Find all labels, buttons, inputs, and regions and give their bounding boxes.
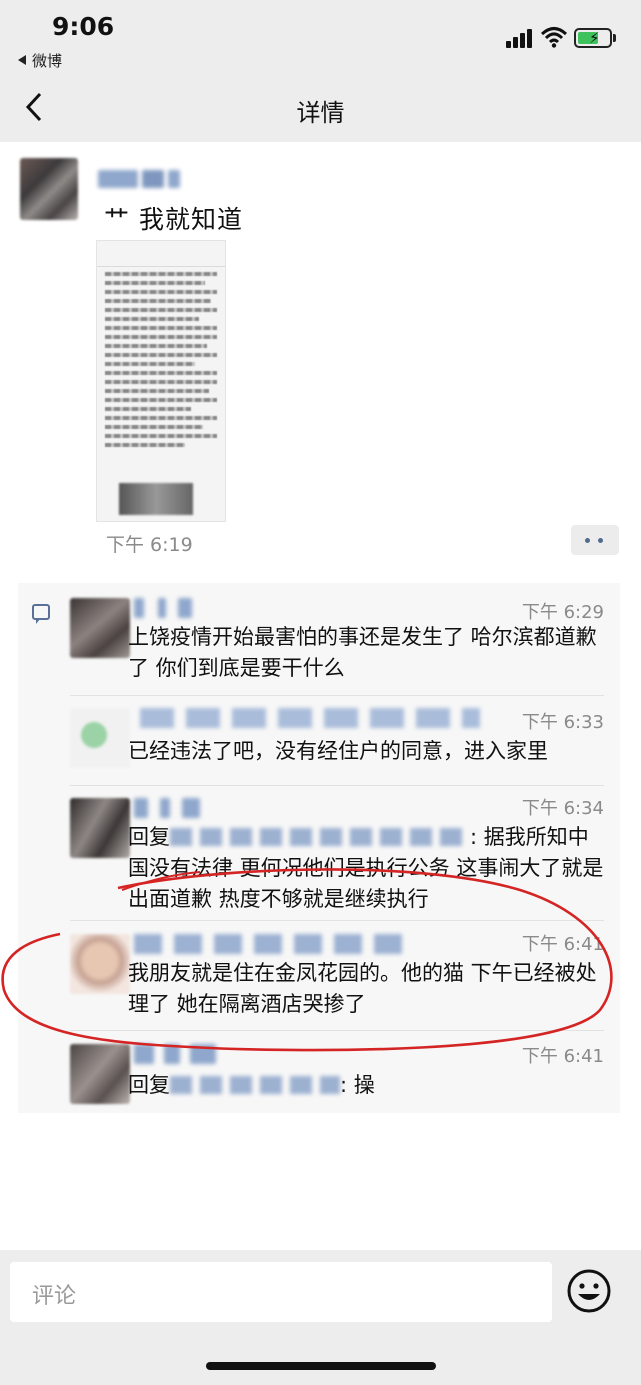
post-image[interactable] bbox=[96, 240, 226, 522]
commenter-avatar[interactable] bbox=[70, 598, 130, 658]
comment-text: 上饶疫情开始最害怕的事还是发生了 哈尔滨都道歉了 你们到底是要干什么 bbox=[128, 625, 597, 680]
comment-time: 下午 6:33 bbox=[521, 712, 604, 733]
post-author-name[interactable] bbox=[98, 170, 182, 188]
comment-item[interactable]: 下午 6:29 上饶疫情开始最害怕的事还是发生了 哈尔滨都道歉了 你们到底是要干… bbox=[70, 598, 604, 688]
post-image-header bbox=[97, 241, 225, 267]
comment-text: 回复 : 操 bbox=[128, 1070, 608, 1101]
post-text: 艹 我就知道 bbox=[104, 205, 243, 234]
signal-icon bbox=[506, 28, 536, 48]
commenter-name[interactable] bbox=[140, 708, 480, 728]
commenter-avatar[interactable] bbox=[70, 708, 130, 768]
comment-input[interactable]: 评论 bbox=[10, 1262, 552, 1322]
commenter-name[interactable] bbox=[134, 798, 214, 818]
comment-item[interactable]: 下午 6:41 我朋友就是住在金凤花园的。他的猫 下午已经被处理了 她在隔离酒店… bbox=[70, 928, 604, 1020]
commenter-name[interactable] bbox=[134, 934, 404, 954]
comment-divider bbox=[70, 785, 604, 786]
reply-target-name[interactable] bbox=[170, 1076, 340, 1094]
reply-prefix: 回复 bbox=[128, 1073, 170, 1097]
comment-time: 下午 6:34 bbox=[521, 798, 604, 819]
comment-item[interactable]: 下午 6:41 回复 : 操 bbox=[70, 1042, 604, 1104]
comment-item[interactable]: 下午 6:33 已经违法了吧，没有经住户的同意，进入家里 bbox=[70, 708, 604, 778]
comment-divider bbox=[70, 695, 604, 696]
comment-divider bbox=[70, 1030, 604, 1031]
emoji-icon[interactable] bbox=[566, 1268, 612, 1314]
post-image-photo bbox=[119, 483, 193, 515]
wifi-icon bbox=[541, 27, 567, 48]
comment-time: 下午 6:29 bbox=[521, 602, 604, 623]
back-app-label: 微博 bbox=[32, 52, 63, 70]
back-triangle-icon bbox=[18, 55, 26, 65]
battery-cap bbox=[613, 34, 616, 42]
post-avatar[interactable] bbox=[20, 158, 78, 220]
status-time: 9:06 bbox=[52, 12, 115, 41]
comment-text: 回复: 据我所知中国没有法律 更何况他们是执行公务 这事闹大了就是出面道歉 热度… bbox=[128, 822, 608, 915]
comment-icon bbox=[32, 604, 50, 624]
commenter-avatar[interactable] bbox=[70, 934, 130, 994]
battery-icon: ⚡ bbox=[574, 28, 612, 48]
comment-time: 下午 6:41 bbox=[521, 1046, 604, 1067]
reply-target-name[interactable] bbox=[170, 828, 470, 846]
commenter-avatar[interactable] bbox=[70, 798, 130, 858]
commenter-name[interactable] bbox=[134, 1044, 224, 1064]
comment-item[interactable]: 下午 6:34 回复: 据我所知中国没有法律 更何况他们是执行公务 这事闹大了就… bbox=[70, 792, 604, 912]
home-indicator bbox=[206, 1362, 436, 1370]
comment-time: 下午 6:41 bbox=[521, 934, 604, 955]
post-time: 下午 6:19 bbox=[106, 534, 193, 556]
comment-text: 已经违法了吧，没有经住户的同意，进入家里 bbox=[128, 739, 548, 763]
reply-body: : 操 bbox=[340, 1073, 375, 1097]
comment-input-placeholder: 评论 bbox=[32, 1284, 77, 1309]
commenter-name[interactable] bbox=[134, 598, 204, 618]
reply-prefix: 回复 bbox=[128, 825, 170, 849]
back-to-app-link[interactable]: 微博 bbox=[18, 50, 62, 71]
page-title: 详情 bbox=[296, 99, 345, 127]
more-dots-icon[interactable] bbox=[571, 525, 619, 555]
comment-text: 我朋友就是住在金凤花园的。他的猫 下午已经被处理了 她在隔离酒店哭掺了 bbox=[128, 961, 597, 1016]
commenter-avatar[interactable] bbox=[70, 1044, 130, 1104]
comment-divider bbox=[70, 920, 604, 921]
